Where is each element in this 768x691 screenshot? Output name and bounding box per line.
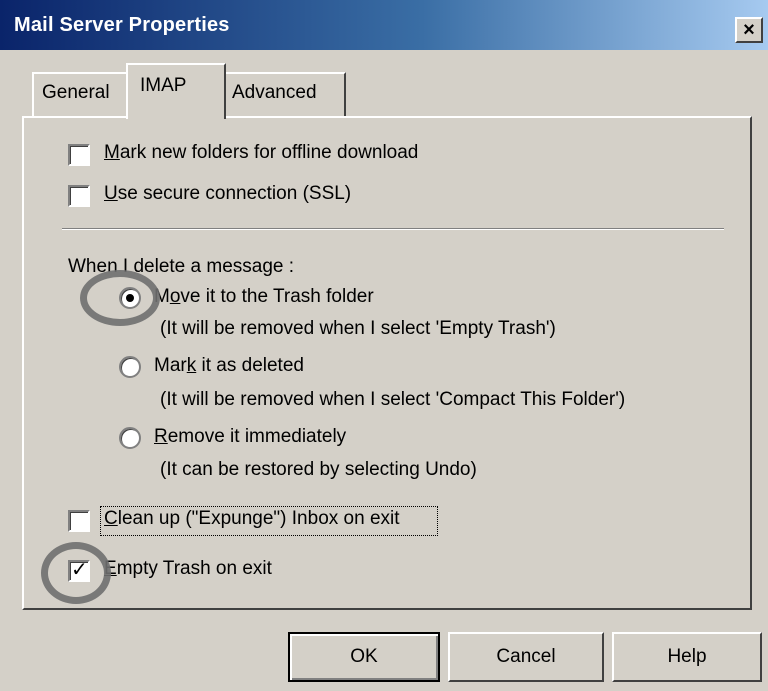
- ok-button[interactable]: OK: [288, 632, 440, 682]
- title-bar: Mail Server Properties ×: [0, 0, 768, 50]
- tab-advanced[interactable]: Advanced: [224, 72, 346, 116]
- remove-immediately-hint: (It can be restored by selecting Undo): [160, 459, 477, 480]
- highlight-circle-radio: [80, 270, 160, 326]
- radio-remove-immediately[interactable]: [119, 427, 141, 449]
- highlight-circle-checkbox: [41, 542, 111, 604]
- expunge-checkbox[interactable]: [68, 510, 90, 532]
- mail-server-properties-dialog: Mail Server Properties × General IMAP Ad…: [0, 0, 768, 691]
- tab-imap[interactable]: IMAP: [126, 63, 226, 119]
- cancel-button[interactable]: Cancel: [448, 632, 604, 682]
- radio-move-to-trash-label: Move it to the Trash folder: [154, 286, 374, 307]
- offline-download-checkbox[interactable]: [68, 144, 90, 166]
- radio-mark-deleted-label: Mark it as deleted: [154, 355, 304, 376]
- move-to-trash-hint: (It will be removed when I select 'Empty…: [160, 318, 556, 339]
- offline-download-label: Mark new folders for offline download: [104, 142, 419, 163]
- empty-trash-label: Empty Trash on exit: [104, 558, 272, 579]
- ssl-label: Use secure connection (SSL): [104, 183, 352, 204]
- window-title: Mail Server Properties: [14, 14, 230, 36]
- radio-remove-immediately-label: Remove it immediately: [154, 426, 347, 447]
- separator: [62, 228, 724, 230]
- ssl-checkbox[interactable]: [68, 185, 90, 207]
- close-button[interactable]: ×: [735, 17, 763, 43]
- mark-deleted-hint: (It will be removed when I select 'Compa…: [160, 389, 626, 410]
- help-button[interactable]: Help: [612, 632, 762, 682]
- radio-mark-deleted[interactable]: [119, 356, 141, 378]
- tab-general[interactable]: General: [32, 72, 128, 116]
- expunge-label: Clean up ("Expunge") Inbox on exit: [104, 508, 400, 529]
